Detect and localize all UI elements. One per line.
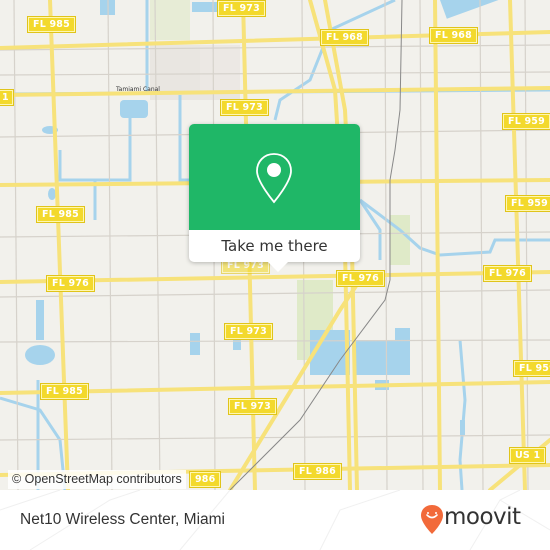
road-shield-fl-976: FL 976 bbox=[484, 266, 531, 281]
popup-pointer bbox=[268, 262, 288, 272]
road-shield-fl-973: FL 973 bbox=[225, 324, 272, 339]
road-shield-fl-976: FL 976 bbox=[337, 271, 384, 286]
road-shield-fl-968: FL 968 bbox=[430, 28, 477, 43]
road-shield-fl-976: FL 976 bbox=[47, 276, 94, 291]
canal-label: Tamiami Canal bbox=[116, 86, 160, 93]
map-view[interactable]: FL 985 FL 973 FL 968 FL 968 1 FL 973 FL … bbox=[0, 0, 550, 490]
road-shield-fl-985: FL 985 bbox=[28, 17, 75, 32]
road-shield-fl-985: FL 985 bbox=[37, 207, 84, 222]
destination-popup[interactable]: Take me there bbox=[189, 124, 360, 272]
map-attribution[interactable]: © OpenStreetMap contributors bbox=[8, 470, 186, 489]
moovit-wordmark: moovit bbox=[444, 504, 521, 530]
location-pin-icon bbox=[256, 153, 292, 204]
road-shield-fl-968: FL 968 bbox=[321, 30, 368, 45]
take-me-there-button[interactable]: Take me there bbox=[189, 230, 360, 262]
road-shield-fl-986: 986 bbox=[190, 472, 221, 487]
road-shield-us-1: US 1 bbox=[510, 448, 546, 463]
place-name: Net10 Wireless Center, Miami bbox=[20, 511, 226, 528]
road-shield-fl-959: FL 959 bbox=[506, 196, 550, 211]
road-shield-fl-973: FL 973 bbox=[218, 1, 265, 16]
road-shield-fl-973: FL 973 bbox=[229, 399, 276, 414]
road-shield-fl-986: FL 986 bbox=[294, 464, 341, 479]
moovit-pin-icon bbox=[421, 505, 443, 534]
road-shield-fl-959: FL 959 bbox=[514, 361, 550, 376]
road-shield-us-1: 1 bbox=[0, 90, 13, 105]
road-shield-fl-973: FL 973 bbox=[221, 100, 268, 115]
road-shield-fl-985: FL 985 bbox=[41, 384, 88, 399]
road-shield-fl-959: FL 959 bbox=[503, 114, 550, 129]
popup-header[interactable] bbox=[189, 124, 360, 230]
footer-bar: Net10 Wireless Center, Miami moovit bbox=[0, 490, 550, 550]
